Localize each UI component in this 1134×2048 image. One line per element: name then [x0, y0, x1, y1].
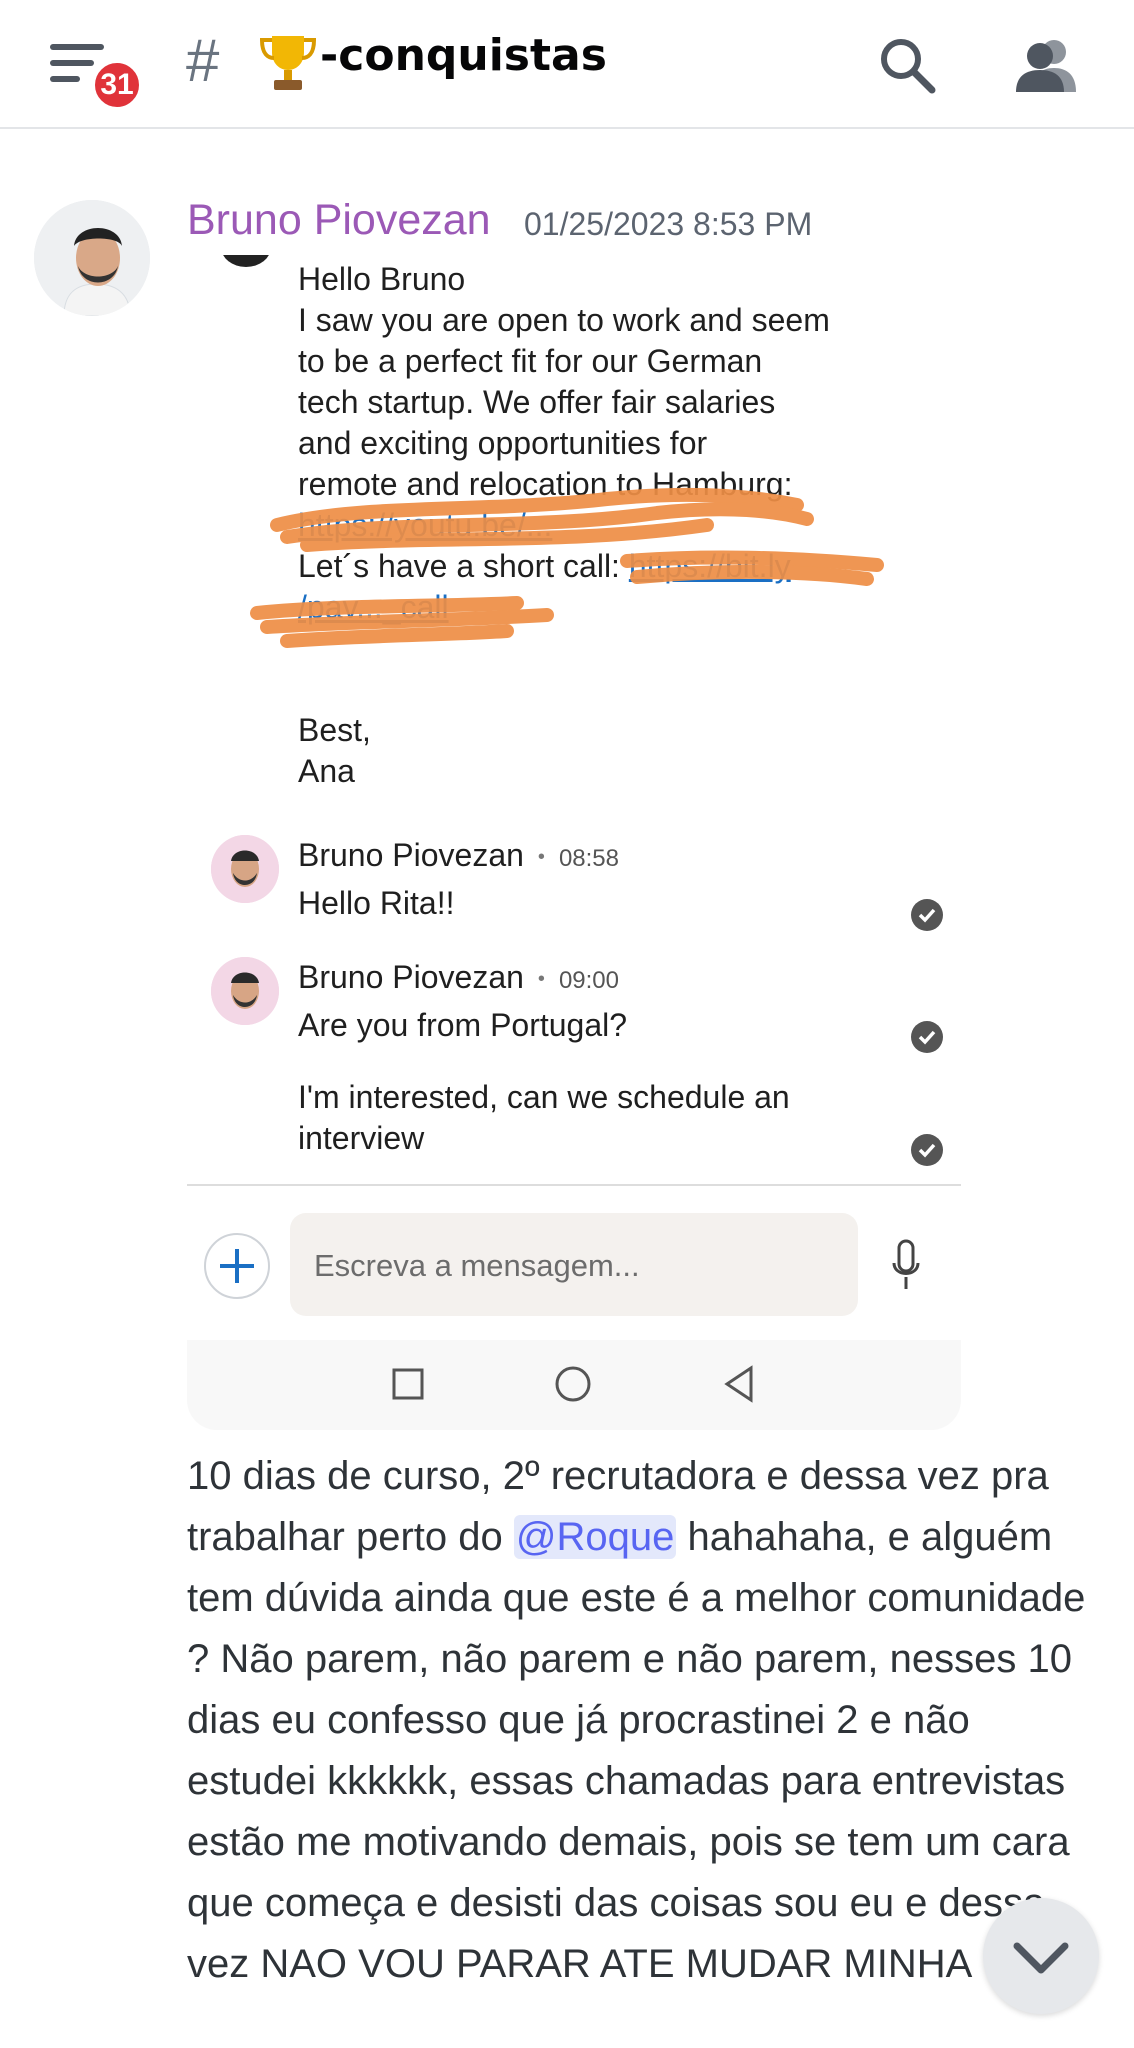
- reply-photo: [211, 835, 279, 903]
- channel-header: 31 # -conquistas: [0, 0, 1134, 129]
- jump-to-bottom-button[interactable]: [983, 1898, 1099, 2014]
- author-avatar[interactable]: [34, 200, 150, 316]
- read-check-icon: [911, 899, 943, 931]
- redaction-scribble: [250, 487, 884, 648]
- reply-avatar: [211, 957, 279, 1025]
- hamburger-menu-icon[interactable]: 31: [50, 40, 144, 112]
- shot-signoff: Best,: [298, 712, 371, 748]
- reply-author: Bruno Piovezan: [298, 959, 524, 995]
- channel-hash-icon: #: [186, 27, 220, 94]
- read-check-icon: [911, 1021, 943, 1053]
- shot-signoff: Ana: [298, 753, 355, 789]
- message-content: 10 dias de curso, 2º recrutadora e dessa…: [187, 1446, 1087, 1995]
- reply-text: I'm interested, can we schedule an: [298, 1079, 790, 1115]
- user-mention[interactable]: @Roque: [513, 1515, 677, 1559]
- message-timestamp: 01/25/2023 8:53 PM: [524, 206, 813, 242]
- reply-photo: [211, 957, 279, 1025]
- divider: [187, 1184, 961, 1186]
- message-text: hahahaha, e alguém tem dúvida ainda que …: [187, 1515, 1086, 1986]
- reply-time: 09:00: [558, 967, 619, 994]
- members-icon[interactable]: [1014, 36, 1078, 94]
- nav-buttons: [392, 1365, 753, 1403]
- message-author[interactable]: Bruno Piovezan: [187, 196, 491, 245]
- microphone-icon: [892, 1239, 920, 1289]
- reply-author: Bruno Piovezan: [298, 837, 524, 873]
- reply-avatar: [211, 835, 279, 903]
- channel-name[interactable]: -conquistas: [320, 30, 607, 81]
- attachment-image[interactable]: Hello Bruno I saw you are open to work a…: [187, 255, 961, 1430]
- reply-time: 08:58: [558, 845, 619, 872]
- separator-dot: •: [537, 968, 545, 991]
- reply-text: Are you from Portugal?: [298, 1007, 628, 1043]
- read-check-icon: [911, 1134, 943, 1166]
- unread-badge: 31: [90, 58, 144, 112]
- chevron-down-icon: [1013, 1942, 1069, 1974]
- composer-input: Escreva a mensagem...: [290, 1213, 858, 1316]
- reply-text: interview: [298, 1120, 425, 1156]
- reply-text: Hello Rita!!: [298, 885, 455, 921]
- author-photo: [34, 200, 150, 316]
- reply-header: Bruno Piovezan • 08:58: [298, 837, 619, 874]
- separator-dot: •: [537, 846, 545, 869]
- add-attachment-icon: [204, 1233, 270, 1299]
- trophy-icon: [259, 36, 317, 90]
- reply-header: Bruno Piovezan • 09:00: [298, 959, 619, 996]
- search-icon[interactable]: [878, 36, 936, 94]
- android-navbar: [187, 1340, 961, 1430]
